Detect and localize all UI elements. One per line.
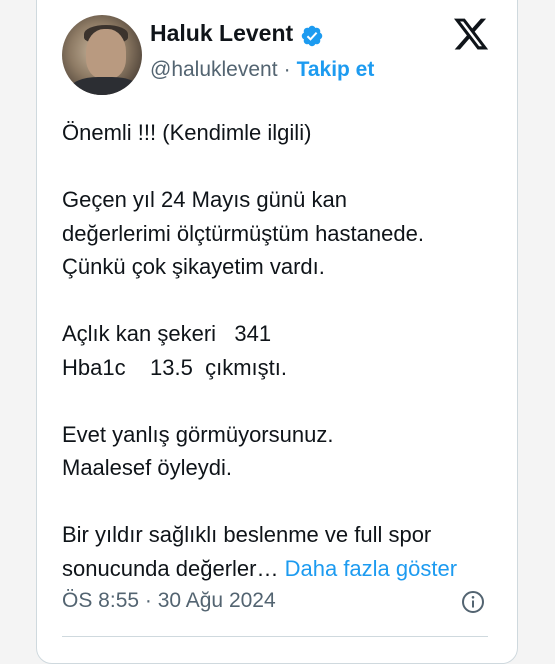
tweet-line: Çünkü çok şikayetim vardı. (62, 254, 325, 279)
avatar-body (70, 77, 140, 95)
tweet-line-gap (62, 284, 502, 318)
tweet-text: Önemli !!! (Kendimle ilgili) Geçen yıl 2… (62, 116, 502, 585)
tweet-line-gap (62, 150, 502, 184)
info-icon[interactable] (461, 590, 485, 614)
tweet-line: Açlık kan şekeri 341 (62, 321, 272, 346)
show-more-link[interactable]: Daha fazla göster (285, 556, 457, 581)
truncated-text: sonucunda değerler… (62, 555, 279, 581)
separator-dot: · (283, 58, 291, 81)
author-handle[interactable]: @haluklevent (150, 58, 278, 81)
follow-button[interactable]: Takip et (297, 58, 375, 81)
tweet-line: Önemli !!! (Kendimle ilgili) (62, 120, 312, 145)
divider (62, 636, 488, 637)
tweet-line: Maalesef öyleydi. (62, 455, 232, 480)
tweet-line-last: sonucunda değerler… Daha fazla göster (62, 552, 502, 586)
tweet-line-gap (62, 485, 502, 519)
x-logo-icon[interactable] (452, 15, 490, 53)
tweet-line: değerlerimi ölçtürmüştüm hastanede. (62, 220, 424, 246)
tweet-line-gap (62, 384, 502, 418)
avatar-face (86, 29, 126, 79)
verified-badge-icon (301, 25, 323, 47)
tweet-line: Evet yanlış görmüyorsunuz. (62, 421, 334, 447)
author-name[interactable]: Haluk Levent (150, 20, 293, 47)
tweet-line: Hba1c 13.5 çıkmıştı. (62, 354, 287, 380)
avatar[interactable] (62, 15, 142, 95)
tweet-line: Bir yıldır sağlıklı beslenme ve full spo… (62, 522, 432, 547)
handle-row: @haluklevent · Takip et (150, 58, 374, 82)
timestamp[interactable]: ÖS 8:55 · 30 Ağu 2024 (62, 589, 276, 613)
tweet-line: Geçen yıl 24 Mayıs günü kan (62, 187, 347, 212)
